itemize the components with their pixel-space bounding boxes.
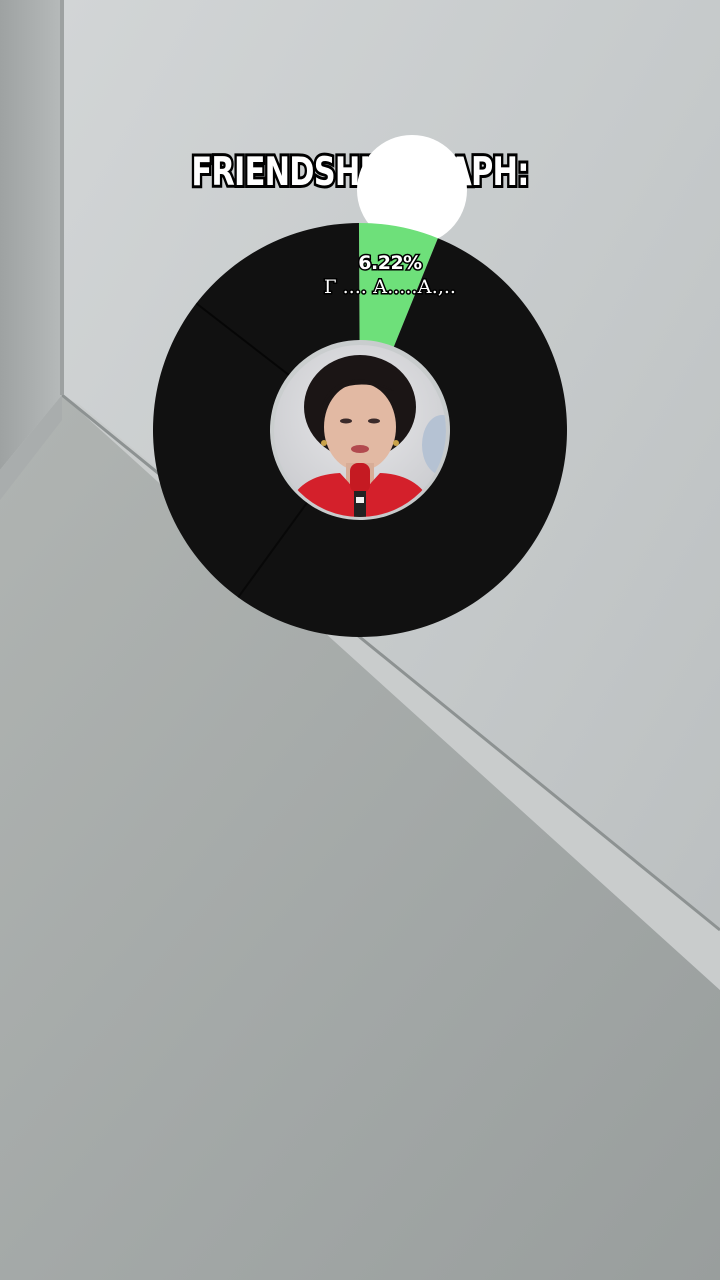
friendship-donut-chart [153, 223, 567, 637]
center-avatar-photo [274, 345, 446, 517]
slice-name-label: Г .... А.....А.,.. [323, 275, 458, 300]
slice-percent-label: 6.22% [357, 251, 424, 276]
